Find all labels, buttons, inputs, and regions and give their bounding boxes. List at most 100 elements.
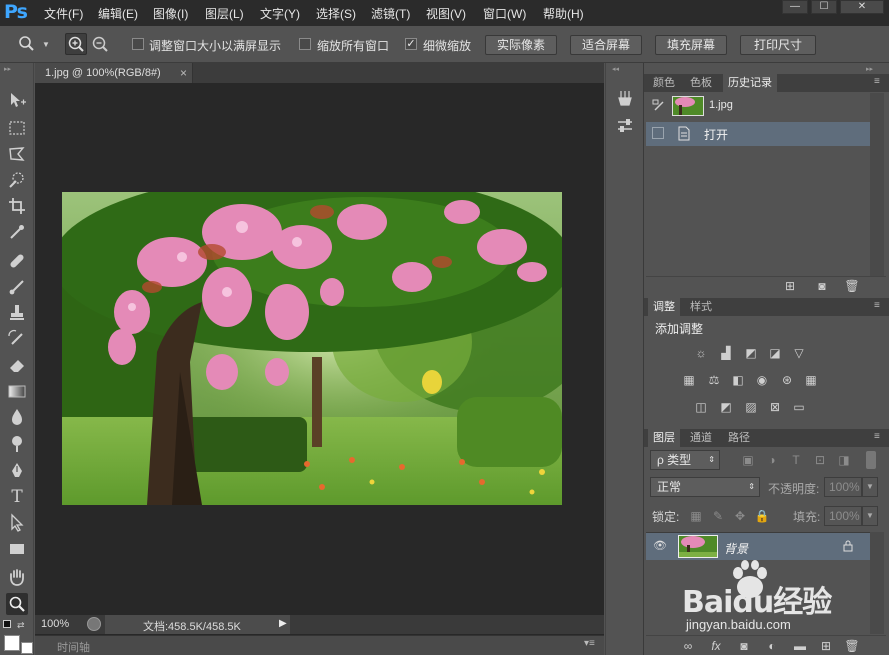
print-size-button[interactable]: 打印尺寸 [740,35,816,55]
swap-colors-icon[interactable]: ⇄ [17,620,27,630]
exposure-icon[interactable]: ◪ [767,346,783,360]
filter-shape-icon[interactable]: ⊡ [812,453,828,467]
dodge-tool-icon[interactable] [6,432,28,454]
fill-screen-button[interactable]: 填充屏幕 [655,35,727,55]
minimize-button[interactable]: — [782,0,808,14]
background-color-swatch[interactable] [21,642,33,654]
tab-adjustments[interactable]: 调整 [648,298,680,316]
opacity-input[interactable]: 100% [824,477,862,497]
history-scrollbar[interactable] [870,93,884,276]
toolbar-collapse-icon[interactable]: ▸▸ [4,65,30,73]
crop-tool-icon[interactable] [6,195,28,217]
adjustments-menu-icon[interactable]: ≡ [874,300,880,311]
zoom-level[interactable]: 100% [41,618,69,630]
tab-swatches[interactable]: 色板 [685,74,717,92]
trash-icon[interactable]: 🗑 [844,279,860,293]
status-arrow-icon[interactable]: ▶ [279,618,287,629]
eyedropper-tool-icon[interactable] [6,221,28,243]
menu-select[interactable]: 选择(S) [316,5,356,21]
lock-transparent-icon[interactable]: ▦ [688,509,704,523]
zoom-tool-active-icon[interactable] [6,593,28,615]
pen-tool-icon[interactable] [6,460,28,482]
gradient-map-icon[interactable]: ▭ [791,400,807,414]
menu-file[interactable]: 文件(F) [44,5,83,21]
opacity-chevron-icon[interactable]: ▼ [862,477,878,497]
layers-scrollbar[interactable] [870,532,884,634]
tool-preset-chevron-icon[interactable]: ▼ [42,40,52,50]
right-collapse-icon[interactable]: ▸▸ [866,65,873,73]
tab-styles[interactable]: 样式 [685,298,717,316]
brush-tool-icon[interactable] [6,276,28,298]
color-lookup-icon[interactable]: ▦ [803,373,819,387]
scrubby-zoom-checkbox[interactable]: ✓ [405,38,417,50]
eraser-tool-icon[interactable] [6,354,28,376]
history-panel-icon[interactable] [615,88,635,108]
layer-mask-icon[interactable]: ◙ [736,639,752,653]
restore-button[interactable]: ☐ [811,0,837,14]
hand-tool-icon[interactable] [6,566,28,588]
menu-filter[interactable]: 滤镜(T) [371,5,410,21]
vibrance-icon[interactable]: ▽ [791,346,807,360]
history-state-checkbox[interactable] [652,127,664,139]
new-group-icon[interactable]: ▬ [792,639,808,653]
lock-image-icon[interactable]: ✎ [710,509,726,523]
close-window-button[interactable]: ✕ [840,0,884,14]
layer-row[interactable]: 👁 背景 [646,532,870,560]
tab-layers[interactable]: 图层 [648,429,680,447]
fill-input[interactable]: 100% [824,506,862,526]
tab-channels[interactable]: 通道 [685,429,717,447]
selective-color-icon[interactable]: ⊠ [767,400,783,414]
camera-icon[interactable]: ◙ [814,279,830,293]
healing-brush-tool-icon[interactable] [6,250,28,272]
tab-paths[interactable]: 路径 [723,429,755,447]
curves-icon[interactable]: ◩ [743,346,759,360]
posterize-icon[interactable]: ◩ [718,400,734,414]
document-tab[interactable]: 1.jpg @ 100%(RGB/8#) [35,63,193,83]
new-document-from-state-icon[interactable]: ⊞ [782,279,798,293]
layer-filter-select[interactable]: ρ 类型 ⇕ [650,450,720,470]
brightness-contrast-icon[interactable]: ☼ [693,346,709,360]
new-adjustment-layer-icon[interactable]: ◐ [764,639,780,653]
path-selection-tool-icon[interactable] [6,512,28,534]
midcol-collapse-icon[interactable]: ◂◂ [612,65,619,73]
layer-name[interactable]: 背景 [724,540,748,557]
actual-pixels-button[interactable]: 实际像素 [485,35,557,55]
menu-window[interactable]: 窗口(W) [483,5,526,21]
gradient-tool-icon[interactable] [6,380,28,402]
photo-filter-icon[interactable]: ◉ [754,373,770,387]
layer-style-icon[interactable]: fx [708,639,724,653]
menu-edit[interactable]: 编辑(E) [98,5,138,21]
history-panel-menu-icon[interactable]: ≡ [874,76,880,87]
menu-type[interactable]: 文字(Y) [260,5,300,21]
lasso-tool-icon[interactable] [6,143,28,165]
status-menu-icon[interactable] [87,617,101,631]
lock-all-icon[interactable]: 🔒 [754,509,770,523]
zoom-tool-icon[interactable] [18,35,36,53]
history-state-row[interactable]: 打开 [646,122,870,146]
filter-adjustment-icon[interactable]: ◑ [764,453,780,467]
menu-view[interactable]: 视图(V) [426,5,466,21]
filter-type-icon[interactable]: T [788,453,804,467]
foreground-color-swatch[interactable] [4,635,20,651]
hue-saturation-icon[interactable]: ▦ [681,373,697,387]
timeline-menu-icon[interactable]: ▾≡ [584,638,595,649]
lock-position-icon[interactable]: ✥ [732,509,748,523]
timeline-panel[interactable]: 时间轴 ▾≡ [35,635,604,655]
zoom-out-icon[interactable] [90,34,110,54]
menu-layer[interactable]: 图层(L) [205,5,244,21]
visibility-eye-icon[interactable]: 👁 [653,540,667,552]
document-tab-close-icon[interactable]: × [180,66,187,80]
rectangle-tool-icon[interactable] [6,538,28,560]
tab-color[interactable]: 颜色 [648,74,680,92]
channel-mixer-icon[interactable]: ⊛ [779,373,795,387]
levels-icon[interactable]: ▟ [718,346,734,360]
resize-windows-checkbox[interactable] [132,38,144,50]
threshold-icon[interactable]: ▨ [743,400,759,414]
filter-toggle-switch[interactable] [866,451,876,469]
menu-help[interactable]: 帮助(H) [543,5,584,21]
canvas-image[interactable] [62,192,562,505]
quick-selection-tool-icon[interactable] [6,169,28,191]
black-white-icon[interactable]: ◧ [730,373,746,387]
zoom-all-windows-checkbox[interactable] [299,38,311,50]
default-colors-icon[interactable] [3,620,11,628]
